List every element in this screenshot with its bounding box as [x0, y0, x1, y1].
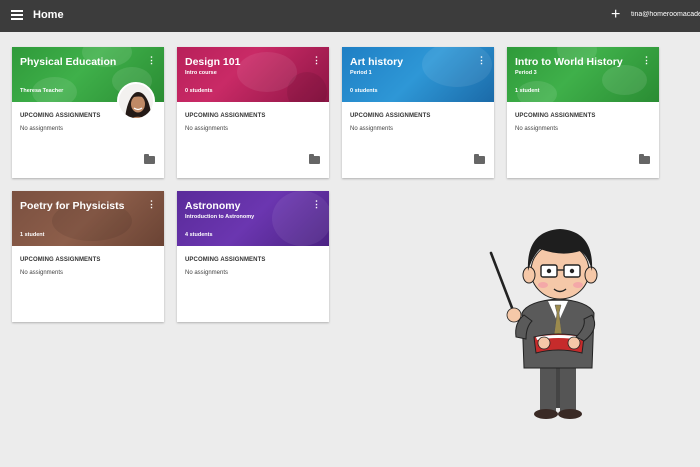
class-card[interactable]: Intro to World History Period 3 1 studen… [507, 47, 659, 178]
more-options-icon[interactable]: ⋮ [312, 200, 321, 209]
upcoming-assignments-heading: UPCOMING ASSIGNMENTS [185, 113, 266, 119]
add-class-icon[interactable]: + [611, 5, 620, 25]
student-count: 0 students [350, 88, 378, 94]
class-title[interactable]: Design 101 [185, 56, 240, 68]
assignments-status: No assignments [515, 126, 559, 132]
upcoming-assignments-heading: UPCOMING ASSIGNMENTS [185, 257, 266, 263]
class-title[interactable]: Art history [350, 56, 403, 68]
class-section: Intro course [185, 70, 217, 76]
folder-icon[interactable] [144, 154, 155, 164]
class-section: Period 1 [350, 70, 372, 76]
upcoming-assignments-heading: UPCOMING ASSIGNMENTS [20, 257, 101, 263]
card-header[interactable]: Poetry for Physicists 1 student ⋮ [12, 191, 164, 246]
student-count: 1 student [515, 88, 540, 94]
teacher-avatar [117, 82, 155, 120]
upcoming-assignments-heading: UPCOMING ASSIGNMENTS [350, 113, 431, 119]
more-options-icon[interactable]: ⋮ [477, 56, 486, 65]
student-count: 0 students [185, 88, 213, 94]
teacher-illustration [489, 229, 598, 419]
class-title[interactable]: Intro to World History [515, 56, 623, 68]
assignments-status: No assignments [185, 126, 229, 132]
card-header[interactable]: Intro to World History Period 3 1 studen… [507, 47, 659, 102]
assignments-status: No assignments [350, 126, 394, 132]
app-bar: Home + tina@homeroomacademy [0, 0, 700, 32]
class-card[interactable]: Poetry for Physicists 1 student ⋮ UPCOMI… [12, 191, 164, 322]
account-email[interactable]: tina@homeroomacademy [631, 11, 700, 18]
assignments-status: No assignments [185, 270, 229, 276]
card-header[interactable]: Design 101 Intro course 0 students ⋮ [177, 47, 329, 102]
folder-icon[interactable] [474, 154, 485, 164]
assignments-status: No assignments [20, 270, 64, 276]
upcoming-assignments-heading: UPCOMING ASSIGNMENTS [515, 113, 596, 119]
student-count: 1 student [20, 232, 45, 238]
card-header[interactable]: Art history Period 1 0 students ⋮ [342, 47, 494, 102]
upcoming-assignments-heading: UPCOMING ASSIGNMENTS [20, 113, 101, 119]
folder-icon[interactable] [309, 154, 320, 164]
student-count: 4 students [185, 232, 213, 238]
menu-icon[interactable] [11, 10, 23, 20]
more-options-icon[interactable]: ⋮ [312, 56, 321, 65]
class-title[interactable]: Poetry for Physicists [20, 200, 124, 212]
more-options-icon[interactable]: ⋮ [147, 56, 156, 65]
class-section: Period 3 [515, 70, 537, 76]
class-title[interactable]: Physical Education [20, 56, 116, 68]
card-header[interactable]: Astronomy Introduction to Astronomy 4 st… [177, 191, 329, 246]
page-title: Home [33, 9, 64, 21]
class-card[interactable]: Physical Education Theresa Teacher ⋮ UPC… [12, 47, 164, 178]
class-card[interactable]: Design 101 Intro course 0 students ⋮ UPC… [177, 47, 329, 178]
class-title[interactable]: Astronomy [185, 200, 240, 212]
class-section: Introduction to Astronomy [185, 214, 255, 220]
folder-icon[interactable] [639, 154, 650, 164]
class-card[interactable]: Art history Period 1 0 students ⋮ UPCOMI… [342, 47, 494, 178]
teacher-name: Theresa Teacher [20, 88, 64, 94]
more-options-icon[interactable]: ⋮ [147, 200, 156, 209]
assignments-status: No assignments [20, 126, 64, 132]
class-card[interactable]: Astronomy Introduction to Astronomy 4 st… [177, 191, 329, 322]
more-options-icon[interactable]: ⋮ [642, 56, 651, 65]
